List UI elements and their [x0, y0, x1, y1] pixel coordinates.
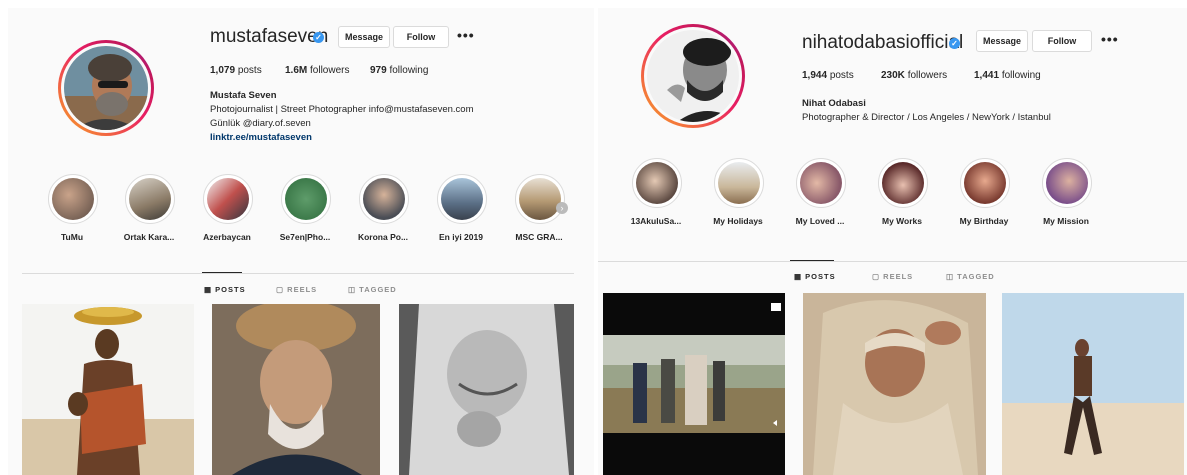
highlight-my-works[interactable]: [878, 158, 928, 208]
post-thumbnail[interactable]: [399, 304, 574, 475]
highlight-msc[interactable]: [515, 174, 565, 224]
more-options-icon[interactable]: •••: [457, 27, 475, 43]
highlight-label: En iyi 2019: [439, 232, 483, 242]
tab-reels[interactable]: ▢ REELS: [276, 285, 317, 294]
highlight-label: TuMu: [60, 232, 84, 242]
post-thumbnail[interactable]: [212, 304, 380, 475]
profile-avatar[interactable]: [58, 40, 154, 136]
tabs-divider: [22, 272, 574, 274]
highlight-label: Se7en|Pho...: [279, 232, 331, 242]
profile-avatar[interactable]: [641, 24, 745, 128]
highlight-label: My Works: [882, 216, 922, 226]
following-count[interactable]: 979 following: [370, 65, 428, 76]
highlight-se7en[interactable]: [281, 174, 331, 224]
highlight-my-mission[interactable]: [1042, 158, 1092, 208]
profile-panel-mustafaseven: mustafaseven ✓ Message Follow ••• 1,079 …: [8, 8, 594, 475]
highlight-my-loved[interactable]: [796, 158, 846, 208]
highlight-ortak[interactable]: [125, 174, 175, 224]
highlight-label: 13AkuluSa...: [630, 216, 682, 226]
highlight-label: My Birthday: [959, 216, 1009, 226]
highlight-en-iyi-2019[interactable]: [437, 174, 487, 224]
post-thumbnail[interactable]: [22, 304, 194, 475]
highlight-13akulu[interactable]: [632, 158, 682, 208]
profile-full-name: Nihat Odabasi: [802, 98, 866, 109]
more-options-icon[interactable]: •••: [1101, 31, 1119, 47]
highlights-next-arrow-icon[interactable]: ›: [556, 202, 568, 214]
highlight-label: My Mission: [1043, 216, 1089, 226]
highlight-my-holidays[interactable]: [714, 158, 764, 208]
highlight-label: MSC GRA...: [515, 232, 563, 242]
posts-count: 1,079 posts: [210, 65, 262, 76]
bio-line: Photojournalist | Street Photographer in…: [210, 104, 474, 115]
highlight-korona[interactable]: [359, 174, 409, 224]
bio-line: Photographer & Director / Los Angeles / …: [802, 112, 1051, 123]
profile-full-name: Mustafa Seven: [210, 90, 277, 101]
tab-tagged[interactable]: ◫ TAGGED: [946, 272, 995, 281]
profile-panel-nihatodabasiofficial: nihatodabasiofficial ✓ Message Follow ••…: [598, 8, 1187, 475]
highlight-label: Korona Po...: [357, 232, 409, 242]
message-button[interactable]: Message: [338, 26, 390, 48]
highlight-label: Ortak Kara...: [123, 232, 175, 242]
followers-count[interactable]: 230K followers: [881, 70, 947, 81]
post-thumbnail[interactable]: [603, 293, 785, 475]
follow-button[interactable]: Follow: [1032, 30, 1092, 52]
verified-badge-icon: ✓: [313, 32, 324, 43]
highlight-label: My Loved ...: [795, 216, 845, 226]
followers-count[interactable]: 1.6M followers: [285, 65, 349, 76]
tab-posts[interactable]: ▦ POSTS: [794, 272, 836, 281]
bio-line[interactable]: Günlük @diary.of.seven: [210, 118, 311, 129]
following-count[interactable]: 1,441 following: [974, 70, 1041, 81]
post-thumbnail[interactable]: [803, 293, 986, 475]
tab-reels[interactable]: ▢ REELS: [872, 272, 913, 281]
highlight-my-birthday[interactable]: [960, 158, 1010, 208]
username: nihatodabasiofficial: [802, 32, 964, 53]
highlight-azerbaycan[interactable]: [203, 174, 253, 224]
profile-link[interactable]: linktr.ee/mustafaseven: [210, 132, 312, 143]
highlight-tumu[interactable]: [48, 174, 98, 224]
tabs-divider: [598, 260, 1187, 262]
follow-button[interactable]: Follow: [393, 26, 449, 48]
message-button[interactable]: Message: [976, 30, 1028, 52]
highlight-label: Azerbaycan: [203, 232, 251, 242]
posts-count: 1,944 posts: [802, 70, 854, 81]
post-thumbnail[interactable]: [1002, 293, 1184, 475]
tab-tagged[interactable]: ◫ TAGGED: [348, 285, 397, 294]
tab-posts[interactable]: ▦ POSTS: [204, 285, 246, 294]
highlight-label: My Holidays: [713, 216, 763, 226]
username: mustafaseven: [210, 26, 329, 47]
verified-badge-icon: ✓: [949, 38, 960, 49]
